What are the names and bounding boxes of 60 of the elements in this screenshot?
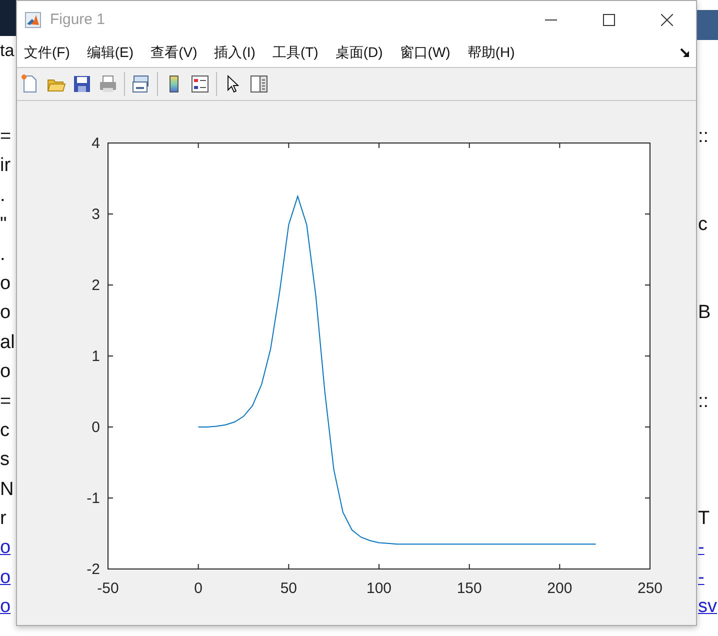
tick-label: 0	[194, 580, 202, 597]
tick-label: 2	[92, 277, 100, 294]
background-text: c	[697, 213, 708, 238]
background-text: =	[0, 125, 12, 149]
background-text: T	[697, 507, 711, 532]
tick-label: 3	[92, 206, 100, 223]
tick-label: 150	[456, 580, 482, 597]
menu-item[interactable]: 插入(I)	[214, 42, 264, 64]
legend-icon[interactable]	[190, 74, 210, 94]
background-text: o	[0, 360, 12, 384]
background-text: =	[0, 390, 12, 414]
save-icon[interactable]	[72, 74, 92, 94]
background-text: ::	[697, 125, 710, 149]
background-link[interactable]: o	[0, 533, 15, 563]
tick-label: -50	[97, 580, 119, 597]
app-header-bar	[697, 10, 718, 40]
menu-item[interactable]: 工具(T)	[272, 42, 326, 64]
app-logo-icon	[25, 12, 41, 28]
tick-label: -1	[86, 490, 100, 507]
background-text: .	[0, 184, 6, 208]
close-icon	[661, 14, 673, 26]
tick-label: 250	[637, 580, 663, 597]
property-panel-icon[interactable]	[249, 74, 269, 94]
tick-label: 1	[92, 348, 100, 365]
menu-item[interactable]: 文件(F)	[24, 42, 78, 64]
tick-label: -2	[86, 561, 100, 578]
tick-label: 100	[366, 580, 392, 597]
menu-item[interactable]: 窗口(W)	[400, 42, 458, 64]
background-text: B	[697, 301, 712, 326]
dock-arrow-icon[interactable]	[680, 48, 690, 58]
background-text: ::	[697, 390, 710, 414]
background-link[interactable]: sv	[697, 592, 717, 622]
tick-label: 200	[547, 580, 572, 597]
background-text: "	[0, 213, 8, 238]
background-link[interactable]: -	[697, 533, 717, 563]
background-link[interactable]: o	[0, 562, 15, 592]
menu-item[interactable]: 编辑(E)	[86, 42, 142, 64]
background-text: o	[0, 301, 12, 326]
tick-label: 50	[280, 580, 297, 597]
maximize-icon	[603, 14, 615, 26]
background-text: .	[0, 242, 6, 267]
app-header-bar	[0, 0, 16, 36]
background-link[interactable]: o	[0, 592, 15, 622]
window-title: Figure 1	[50, 11, 106, 28]
background-text: r	[0, 507, 8, 532]
menu-item[interactable]: 桌面(D)	[335, 42, 391, 64]
menu-item[interactable]: 帮助(H)	[467, 42, 523, 64]
tick-label: 0	[92, 419, 100, 436]
background-link[interactable]: -	[697, 562, 717, 592]
background-text: o	[0, 272, 12, 296]
background-text: ir	[0, 154, 12, 178]
print-icon[interactable]	[98, 74, 118, 94]
menu-item[interactable]: 查看(V)	[150, 42, 206, 64]
background-text: N	[0, 478, 15, 502]
tick-label: 4	[92, 135, 100, 152]
background-text: ta	[0, 41, 16, 61]
background-text: s	[0, 448, 10, 472]
background-text: al	[0, 330, 15, 355]
linked-windows-icon[interactable]	[131, 74, 151, 94]
background-text: c	[0, 418, 10, 443]
